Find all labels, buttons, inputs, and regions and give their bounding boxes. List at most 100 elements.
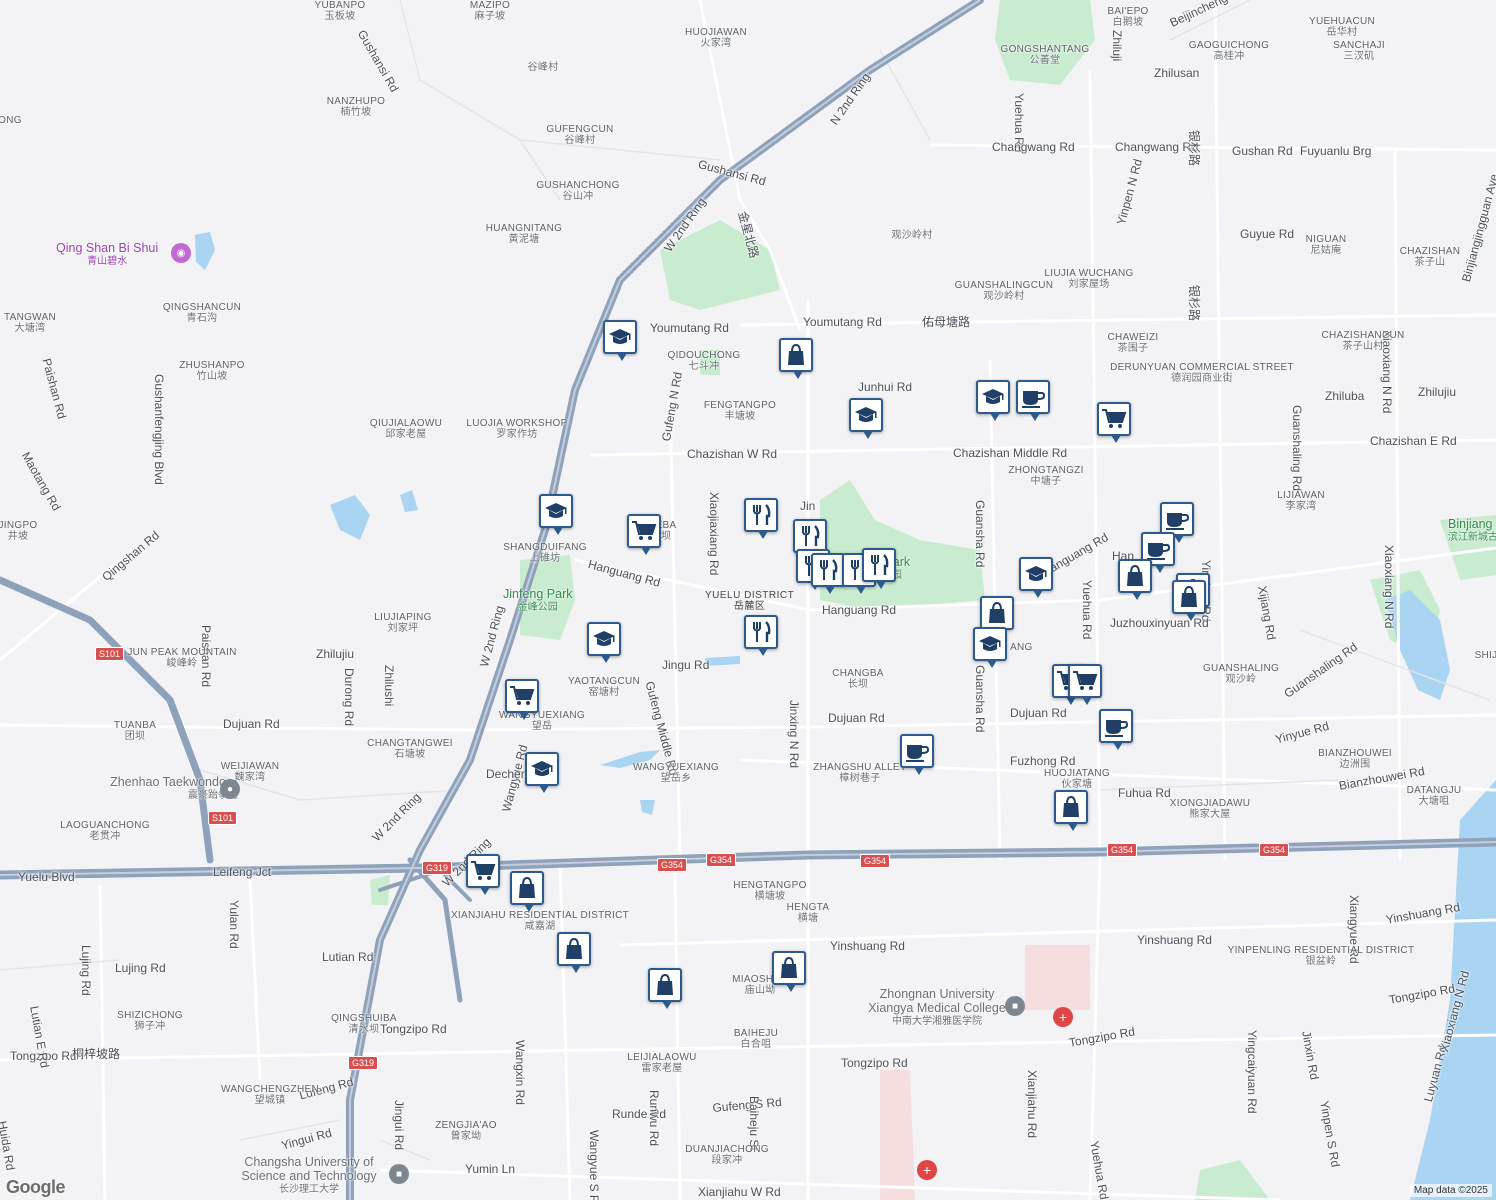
school-marker[interactable] <box>587 622 621 663</box>
poi-changsha-univ-sci-tech[interactable]: Changsha University of Science and Techn… <box>224 1155 394 1194</box>
grocery-marker[interactable] <box>466 854 500 895</box>
road-label: Jinxing N Rd <box>787 700 801 769</box>
place-name-zh: 银盆岭 <box>1305 956 1337 967</box>
place-label: YAOTANGCUN 窑塘村 <box>568 676 640 698</box>
park-label[interactable]: Binjiang Xinche Guzhang P滨江新城古樟公园 <box>1448 517 1496 543</box>
poi-name-en: Changsha University of Science and Techn… <box>241 1155 377 1183</box>
school-marker[interactable] <box>539 494 573 535</box>
poi-label-dechen[interactable]: Dechen <box>486 767 527 781</box>
gym-icon[interactable]: ● <box>220 779 240 799</box>
grocery-marker[interactable] <box>1068 664 1102 705</box>
place-name-en: LIUJIA WUCHANG <box>1044 268 1134 279</box>
poi-qing-shan-bi-shui[interactable]: Qing Shan Bi Shui 青山碧水 <box>56 241 158 267</box>
place-label: ZHANGSHU ALLEY 樟树巷子 <box>813 762 907 784</box>
place-label: BAI'EPO 白鹅坡 <box>1107 6 1148 28</box>
shopping-marker[interactable] <box>1118 559 1152 600</box>
place-label: GONGSHANTANG 公善堂 <box>1001 44 1090 66</box>
place-name-en: HUOJIAWAN <box>685 27 747 38</box>
road-label: Fuhua Rd <box>1118 786 1171 800</box>
coffee-marker[interactable] <box>900 734 934 775</box>
poi-xiangya-medical-college[interactable]: Zhongnan University Xiangya Medical Coll… <box>862 987 1012 1026</box>
poi-zhenhao-taekwondo[interactable]: Zhenhao Taekwondo 震豪跆拳道 <box>98 775 238 801</box>
place-name-zh: 清水坝 <box>348 1024 380 1035</box>
place-label: BAIHEJU 白合咀 <box>734 1028 778 1050</box>
road-label: Zhiluba <box>1325 389 1365 403</box>
restaurant-marker[interactable] <box>793 519 827 560</box>
school-marker[interactable] <box>603 320 637 361</box>
place-name-zh: 长坝 <box>847 679 869 690</box>
place-name-en: FENGTANGPO <box>703 400 777 411</box>
school-marker[interactable] <box>525 752 559 793</box>
shopping-marker[interactable] <box>557 932 591 973</box>
school-marker[interactable] <box>973 627 1007 668</box>
coffee-marker[interactable] <box>1016 380 1050 421</box>
place-name-en: LAOGUANCHONG <box>60 820 150 831</box>
tourist-attraction-icon[interactable]: ◉ <box>171 243 191 263</box>
place-name-zh: 望城镇 <box>254 1095 286 1106</box>
place-name-en: SHANGDUIFANG <box>503 542 587 553</box>
place-name-zh: 熊家大屋 <box>1189 809 1231 820</box>
place-label: HENGTANGPO 横塘坡 <box>733 880 806 902</box>
place-label: MAZIPO 麻子坡 <box>470 0 510 22</box>
place-name-en: CHANGBA <box>832 668 884 679</box>
restaurant-marker[interactable] <box>862 548 896 589</box>
coffee-marker[interactable] <box>1160 502 1194 543</box>
place-label: YUBANPO 玉板坡 <box>314 0 365 22</box>
park-label[interactable]: Jinfeng Park 金峰公园 <box>503 587 572 613</box>
place-label: QIDOUCHONG 七斗冲 <box>668 350 741 372</box>
restaurant-marker[interactable] <box>744 615 778 656</box>
place-label: GUANSHALINGCUN 观沙岭村 <box>955 280 1054 302</box>
grocery-marker[interactable] <box>505 679 539 720</box>
school-marker[interactable] <box>1019 557 1053 598</box>
hospital-icon[interactable]: + <box>1053 1007 1073 1027</box>
map-attribution[interactable]: Map data ©2025 <box>1409 1184 1492 1197</box>
shopping-marker[interactable] <box>648 968 682 1009</box>
place-name-en: HUOJIATANG <box>1044 768 1110 779</box>
place-name-zh: 麻子坡 <box>474 11 506 22</box>
road-label: Dujuan Rd <box>1010 706 1067 720</box>
map-canvas[interactable]: Google Map data ©2025 Gushansi Rd Gushans… <box>0 0 1496 1200</box>
shopping-marker[interactable] <box>510 871 544 912</box>
place-name-en: BAI'EPO <box>1107 6 1149 17</box>
place-name-zh: 高桂冲 <box>1213 51 1245 62</box>
shopping-marker[interactable] <box>779 338 813 379</box>
place-label: WANGYUEXIANG 望岳 <box>499 710 585 732</box>
hospital-icon[interactable]: + <box>917 1160 937 1180</box>
restaurant-icon <box>748 620 774 644</box>
place-name-zh: 楠竹坡 <box>340 107 372 118</box>
grocery-icon <box>509 684 535 708</box>
grocery-marker[interactable] <box>1097 402 1131 443</box>
school-marker[interactable] <box>976 380 1010 421</box>
place-name-en: SHIZICHONG <box>117 1010 183 1021</box>
shopping-marker[interactable] <box>1172 580 1206 621</box>
grocery-marker[interactable] <box>627 514 661 555</box>
road-label: Guansha Rd <box>973 665 987 733</box>
place-name-zh: 峻峰岭 <box>166 658 198 669</box>
school-marker[interactable] <box>849 398 883 439</box>
restaurant-marker[interactable] <box>744 498 778 539</box>
place-name-zh: 井坡 <box>7 531 29 542</box>
road-label: Hanguang Rd <box>822 603 897 617</box>
road-label: Changwang Rd <box>992 140 1075 154</box>
place-label: QIUJIALAOWU 邱家老屋 <box>370 418 442 440</box>
shopping-marker[interactable] <box>1054 790 1088 831</box>
park-name-zh: 金峰公园 <box>517 601 558 613</box>
place-name-en: SANCHAJI <box>1333 40 1385 51</box>
place-name-zh: 刘家屋场 <box>1068 279 1110 290</box>
road-label: Wangyue S Rd <box>587 1130 601 1200</box>
road-label: Xianjiahu W Rd <box>698 1185 781 1199</box>
school-icon[interactable]: ■ <box>1005 996 1025 1016</box>
school-icon[interactable]: ■ <box>389 1164 409 1184</box>
place-name-en: LUOJIA WORKSHOP <box>466 418 568 429</box>
place-name-zh: 望岳 <box>531 721 553 732</box>
coffee-marker[interactable] <box>1099 709 1133 750</box>
restaurant-marker[interactable] <box>811 553 845 594</box>
place-name-en: WEIJIAWAN <box>220 761 280 772</box>
place-label: LIUJIAPING 刘家坪 <box>374 612 431 634</box>
shopping-marker[interactable] <box>980 596 1014 637</box>
road-label: Chazishan E Rd <box>1370 434 1457 448</box>
grocery-icon <box>1072 669 1098 693</box>
shopping-marker[interactable] <box>772 951 806 992</box>
place-name-en: BAIHEJU <box>733 1028 779 1039</box>
place-name-en: CHANGTANGWEI <box>367 738 453 749</box>
